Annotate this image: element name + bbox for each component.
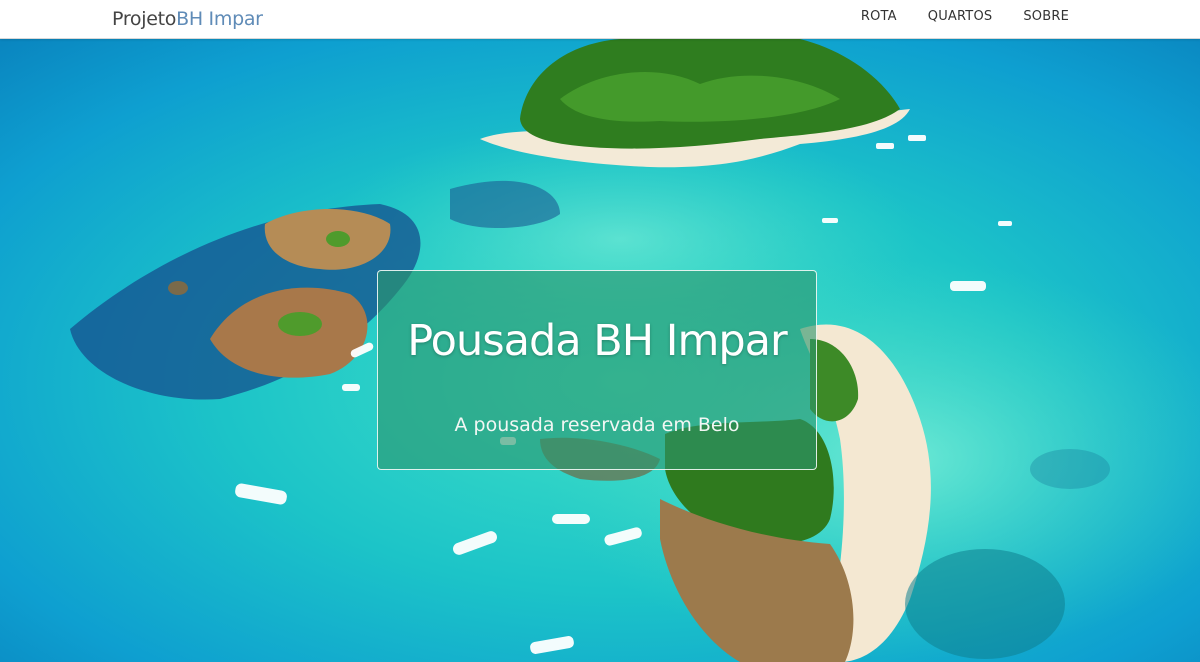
brand-accent: BH Impar xyxy=(176,8,263,30)
nav-link-rota[interactable]: ROTA xyxy=(861,9,897,24)
brand-prefix: Projeto xyxy=(112,8,177,30)
nav-link-quartos[interactable]: QUARTOS xyxy=(928,9,993,24)
hero-section: Pousada BH Impar A pousada reservada em … xyxy=(0,39,1200,662)
nav-links: ROTA QUARTOS SOBRE xyxy=(861,9,1069,24)
hero-card: Pousada BH Impar A pousada reservada em … xyxy=(377,270,817,470)
nav-link-sobre[interactable]: SOBRE xyxy=(1023,9,1069,24)
hero-subtitle: A pousada reservada em Belo xyxy=(454,414,740,436)
top-navbar: ProjetoBH Impar ROTA QUARTOS SOBRE xyxy=(0,0,1200,39)
hero-title: Pousada BH Impar xyxy=(407,316,787,366)
brand-logo-link[interactable]: ProjetoBH Impar xyxy=(112,8,263,30)
